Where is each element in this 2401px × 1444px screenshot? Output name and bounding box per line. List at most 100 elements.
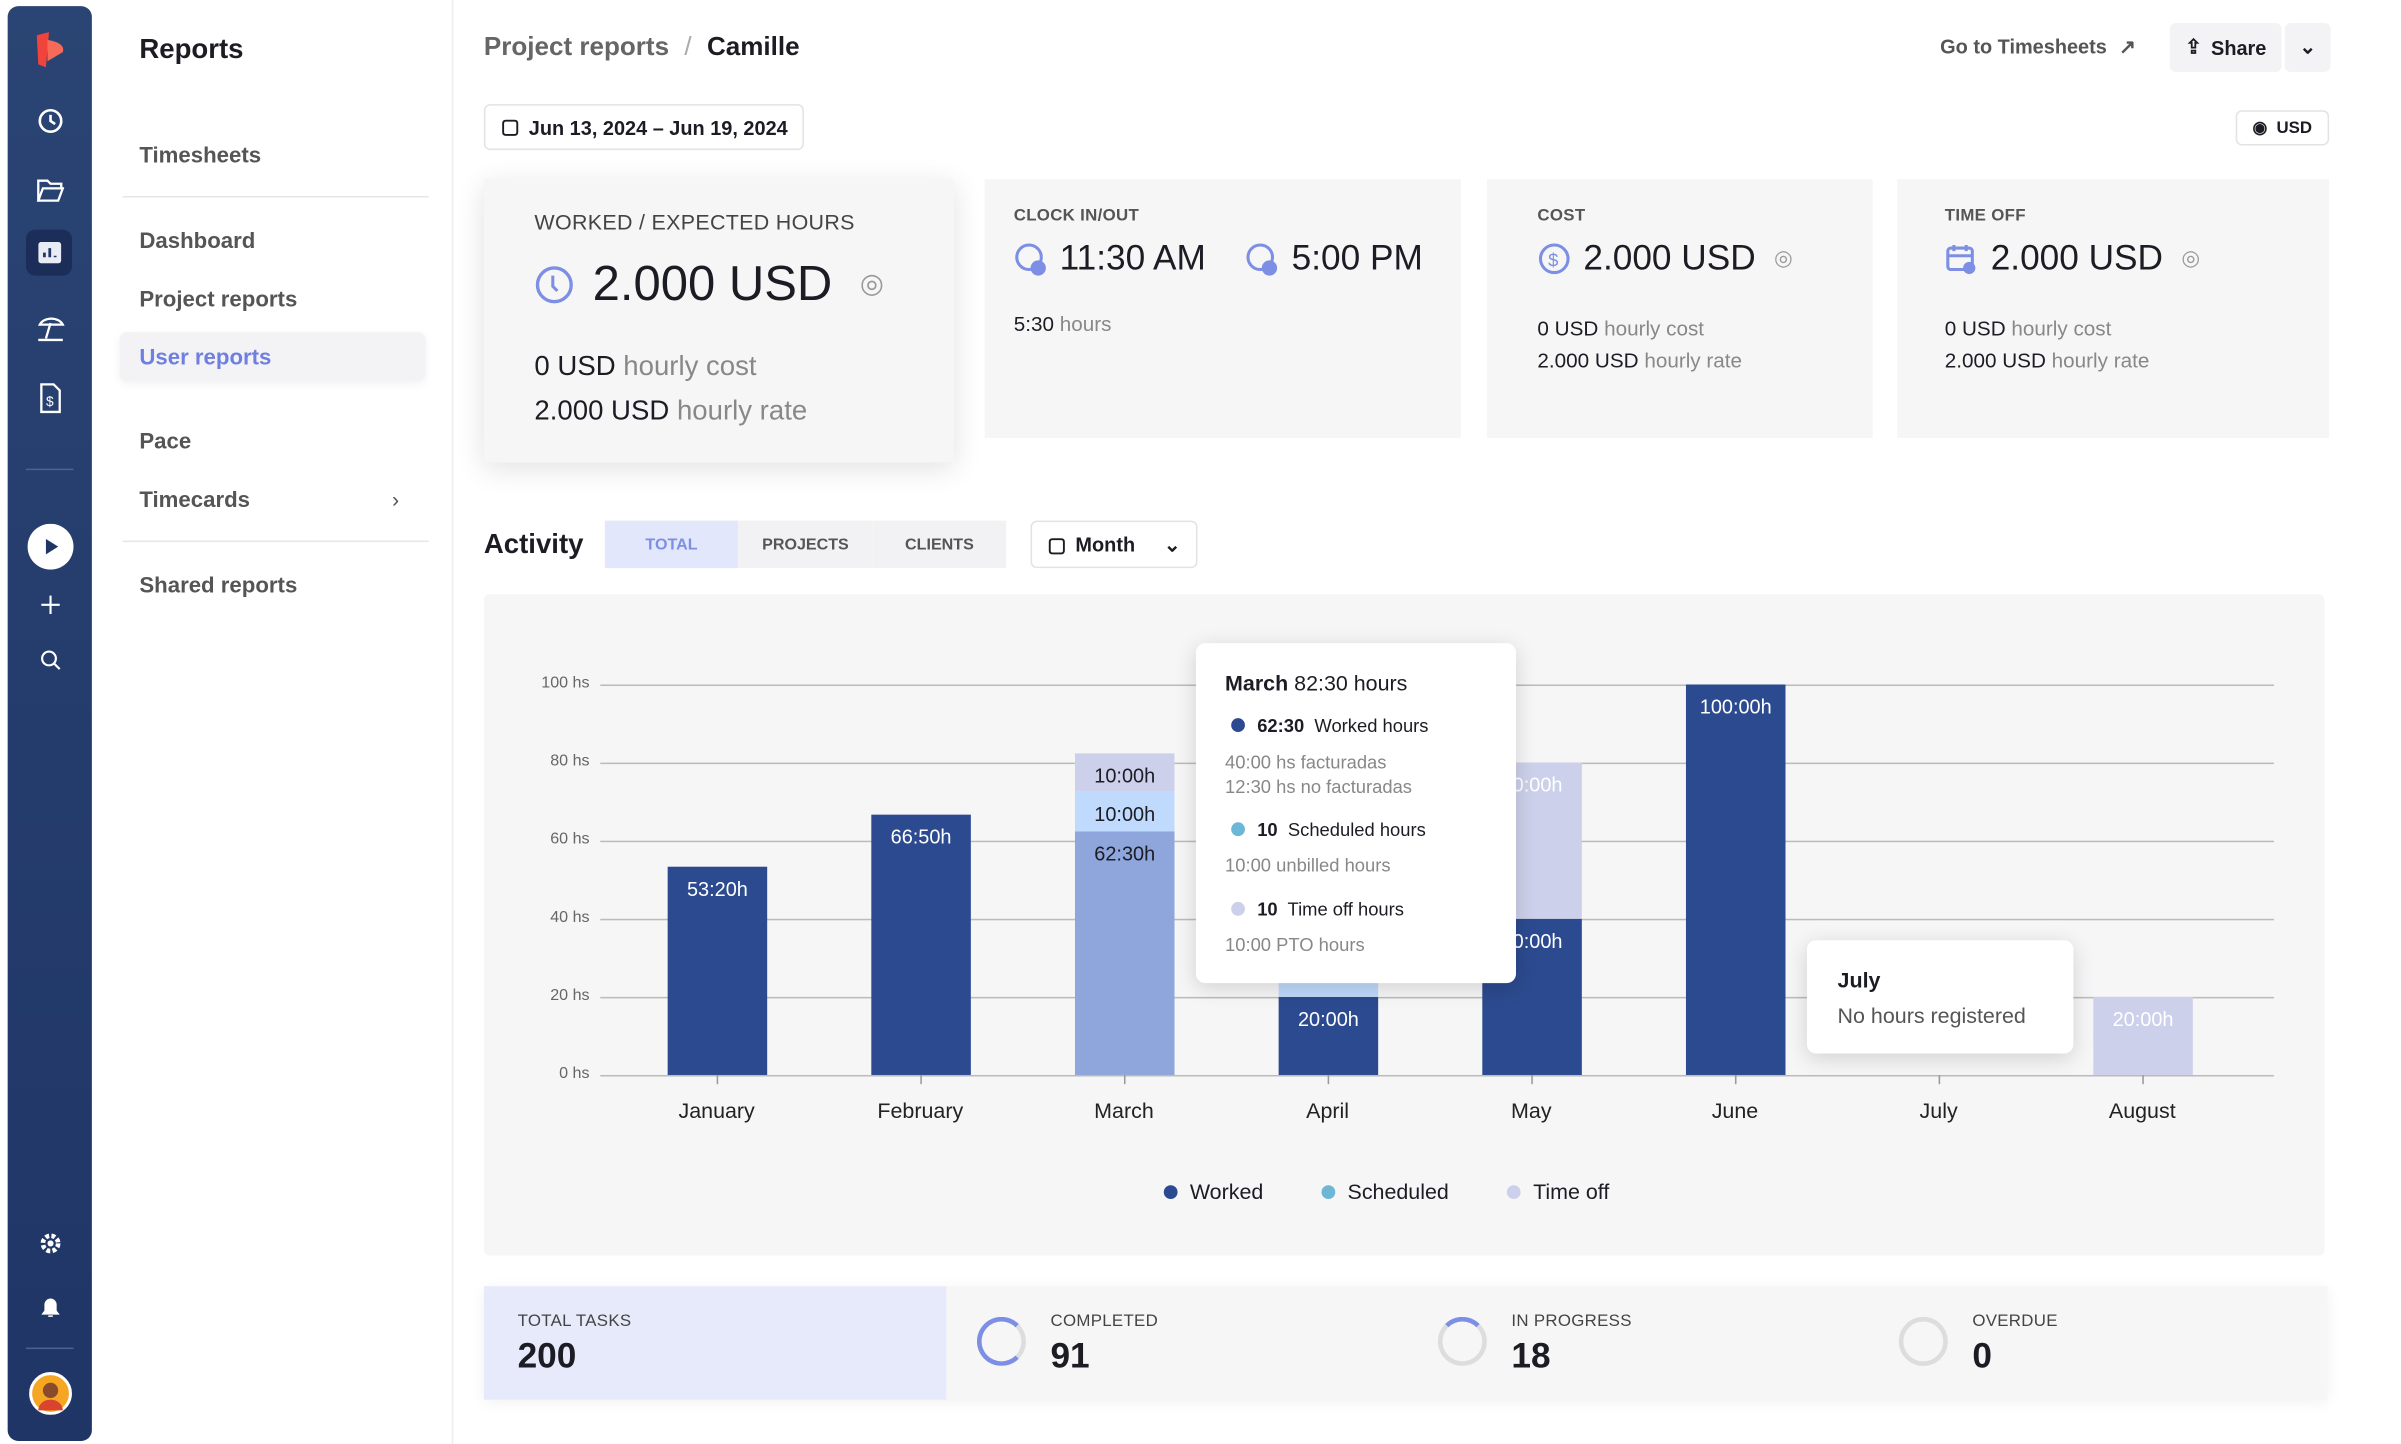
go-to-timesheets-link[interactable]: Go to Timesheets ↗ <box>1940 35 2136 60</box>
tooltip-worked-value: 62:30 <box>1257 715 1305 737</box>
hourly-rate-label: hourly rate <box>676 395 808 426</box>
sidebar-item-pace[interactable]: Pace <box>139 430 191 455</box>
beach-umbrella-icon[interactable] <box>8 312 92 343</box>
share-label: Share <box>2211 35 2267 59</box>
time-off-card: TIME OFF 2.000 USD ◎ 0 USD hourly cost 2.0… <box>1897 179 2330 438</box>
clock-icon[interactable] <box>8 107 92 135</box>
hourly-rate-label: hourly rate <box>1644 349 1743 373</box>
chart-icon[interactable] <box>8 241 92 264</box>
app-window: $ Reports Timesheets Dashboard Project r… <box>0 0 2401 1444</box>
bar-time-off[interactable]: 20:00h <box>2093 996 2193 1075</box>
sidebar-item-timesheets[interactable]: Timesheets <box>139 144 261 169</box>
legend-worked[interactable]: Worked <box>1163 1179 1264 1204</box>
gear-icon[interactable] <box>8 1231 92 1256</box>
x-tick <box>2142 1074 2144 1085</box>
x-tick-label: March <box>1094 1097 1154 1123</box>
stat-label: TOTAL TASKS <box>517 1312 632 1331</box>
plus-icon[interactable] <box>8 594 92 615</box>
logo[interactable] <box>8 31 92 71</box>
sidebar-item-project-reports[interactable]: Project reports <box>139 288 297 313</box>
breadcrumb: Project reports / Camille <box>484 32 800 63</box>
duration-value: 5:30 <box>1013 312 1054 336</box>
bar-time-off[interactable]: 10:00h <box>1074 752 1175 792</box>
total-tasks: TOTAL TASKS 200 <box>483 1286 947 1400</box>
y-tick-label: 20 hs <box>550 986 590 1005</box>
eye-icon[interactable]: ◎ <box>860 268 884 300</box>
eye-icon[interactable]: ◎ <box>2181 245 2200 271</box>
stat-label: IN PROGRESS <box>1511 1312 1632 1331</box>
period-select[interactable]: ▢ Month ⌄ <box>1030 520 1198 569</box>
x-tick-label: May <box>1511 1097 1552 1123</box>
invoice-icon[interactable]: $ <box>8 383 92 414</box>
legend-label: Worked <box>1189 1179 1264 1204</box>
hourly-rate-value: 2.000 USD <box>1537 349 1639 373</box>
chevron-right-icon[interactable]: › <box>392 487 399 512</box>
date-range-picker[interactable]: ▢ Jun 13, 2024 – Jun 19, 2024 <box>483 104 805 151</box>
icon-rail: $ <box>7 6 92 1441</box>
breadcrumb-current: Camille <box>706 32 800 62</box>
svg-text:$: $ <box>45 394 53 409</box>
chevron-down-icon: ⌄ <box>1163 532 1181 556</box>
currency-label: USD <box>2276 118 2313 138</box>
hourly-rate-value: 2.000 USD <box>534 395 670 426</box>
hourly-rate-value: 2.000 USD <box>1944 349 2046 373</box>
sidebar-item-timecards[interactable]: Timecards <box>139 488 250 513</box>
gridline <box>600 1074 2274 1077</box>
bar-worked[interactable]: 100:00h <box>1685 684 1786 1075</box>
progress-ring <box>976 1316 1026 1366</box>
x-tick-label: February <box>877 1097 964 1123</box>
card-label: CLOCK IN/OUT <box>1013 206 1140 226</box>
calendar-icon <box>1946 244 1976 274</box>
bar-worked[interactable]: 53:20h <box>667 866 768 1075</box>
card-label: TIME OFF <box>1944 206 2026 226</box>
share-button[interactable]: ⇪ Share <box>2169 22 2282 72</box>
hourly-cost-value: 0 USD <box>1944 316 2006 340</box>
hourly-rate-label: hourly rate <box>2051 349 2150 373</box>
y-tick-label: 80 hs <box>550 751 590 771</box>
period-label: Month <box>1075 532 1136 556</box>
search-icon[interactable] <box>8 649 92 670</box>
breadcrumb-parent[interactable]: Project reports <box>484 32 669 63</box>
x-tick-label: July <box>1919 1097 1958 1123</box>
completed-tasks: COMPLETED 91 <box>946 1286 1405 1399</box>
sidebar-item-dashboard[interactable]: Dashboard <box>139 230 255 255</box>
x-tick-label: April <box>1306 1097 1350 1123</box>
tooltip-note: 40:00 hs facturadas <box>1225 751 1387 774</box>
calendar-icon: ▢ <box>1047 532 1067 556</box>
legend-time-off[interactable]: Time off <box>1507 1179 1609 1204</box>
bar-worked[interactable]: 66:50h <box>871 814 971 1075</box>
tooltip-timeoff-value: 10 <box>1257 898 1278 921</box>
chart-tooltip-july: July No hours registered <box>1806 940 2074 1054</box>
tooltip-text: No hours registered <box>1837 1003 2026 1028</box>
card-value: 2.000 USD <box>1583 237 1756 278</box>
chart-tooltip-march: March 82:30 hours 62:30 Worked hours 40:… <box>1195 643 1516 984</box>
bell-icon[interactable] <box>8 1295 92 1320</box>
share-dropdown-button[interactable]: ⌄ <box>2284 22 2331 72</box>
legend-scheduled[interactable]: Scheduled <box>1321 1179 1449 1204</box>
y-tick-label: 40 hs <box>550 908 590 927</box>
bar-worked[interactable]: 20:00h <box>1278 996 1379 1075</box>
reports-sidebar: Reports Timesheets Dashboard Project rep… <box>92 0 454 1444</box>
tooltip-note: 10:00 PTO hours <box>1225 934 1365 956</box>
tab-clients[interactable]: CLIENTS <box>872 520 1007 569</box>
tooltip-title: July <box>1837 967 1881 993</box>
bar-scheduled[interactable]: 10:00h <box>1074 791 1175 831</box>
folder-icon[interactable] <box>8 178 92 203</box>
tooltip-worked-label: Worked hours <box>1314 715 1429 737</box>
hourly-cost-value: 0 USD <box>534 350 616 382</box>
avatar[interactable] <box>8 1372 92 1415</box>
sidebar-item-user-reports[interactable]: User reports <box>139 346 271 371</box>
tooltip-note: 10:00 unbilled hours <box>1225 854 1391 876</box>
eye-icon[interactable]: ◎ <box>1774 245 1793 271</box>
stat-value: 0 <box>1972 1335 1992 1376</box>
stat-value: 91 <box>1050 1335 1090 1376</box>
sidebar-item-shared-reports[interactable]: Shared reports <box>139 574 297 599</box>
tooltip-title-month: March <box>1225 670 1289 696</box>
tab-total[interactable]: TOTAL <box>604 520 739 569</box>
time-off-dot <box>1231 901 1245 916</box>
bar-worked[interactable]: 62:30h <box>1074 830 1175 1075</box>
currency-toggle[interactable]: ◉ USD <box>2235 110 2329 146</box>
x-tick <box>1327 1074 1330 1085</box>
play-icon[interactable] <box>8 523 92 570</box>
tab-projects[interactable]: PROJECTS <box>738 520 873 569</box>
